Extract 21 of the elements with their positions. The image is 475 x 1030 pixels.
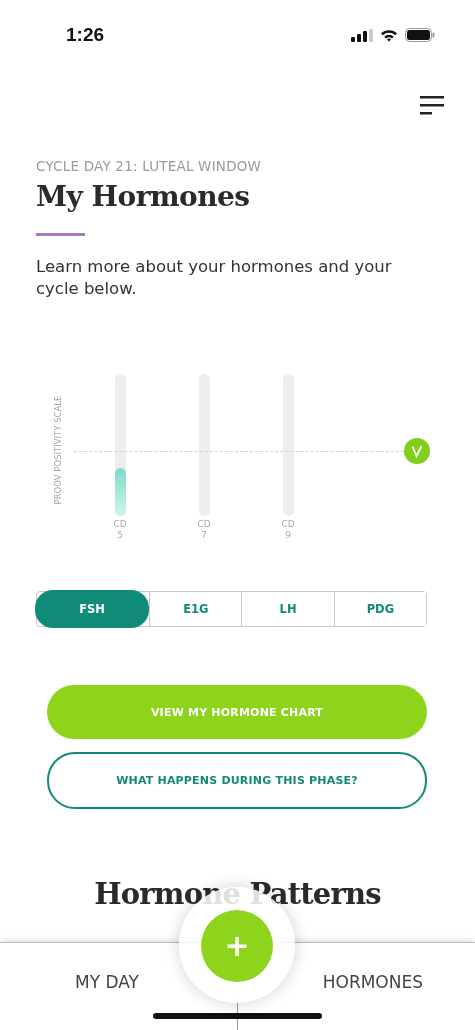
phase-button[interactable]: WHAT HAPPENS DURING THIS PHASE? — [47, 752, 427, 809]
axis-label: PROOV POSITIVITY SCALE — [53, 395, 63, 505]
bar-label: CD — [281, 519, 295, 530]
page-title: My Hormones — [36, 180, 251, 213]
hormone-tab[interactable]: FSH — [35, 590, 150, 628]
bar-label: CD — [113, 519, 127, 530]
intro-text: Learn more about your hormones and your cycle below. — [36, 256, 393, 300]
battery-icon — [405, 28, 435, 42]
menu-icon[interactable] — [420, 96, 444, 116]
bar-day: 5 — [117, 530, 123, 541]
wifi-icon — [380, 28, 398, 42]
signal-icon — [351, 28, 373, 42]
bar-day: 9 — [285, 530, 291, 541]
cycle-day-label: CYCLE DAY 21: LUTEAL WINDOW — [36, 158, 263, 174]
nav-tab[interactable]: HORMONES — [322, 972, 423, 992]
hormone-tab[interactable]: PDG — [333, 592, 426, 626]
check-icon — [404, 438, 430, 464]
bar-day: 7 — [201, 530, 207, 541]
nav-tab[interactable]: MY DAY — [75, 972, 139, 992]
status-time: 1:26 — [66, 24, 105, 46]
bar-label: CD — [197, 519, 211, 530]
